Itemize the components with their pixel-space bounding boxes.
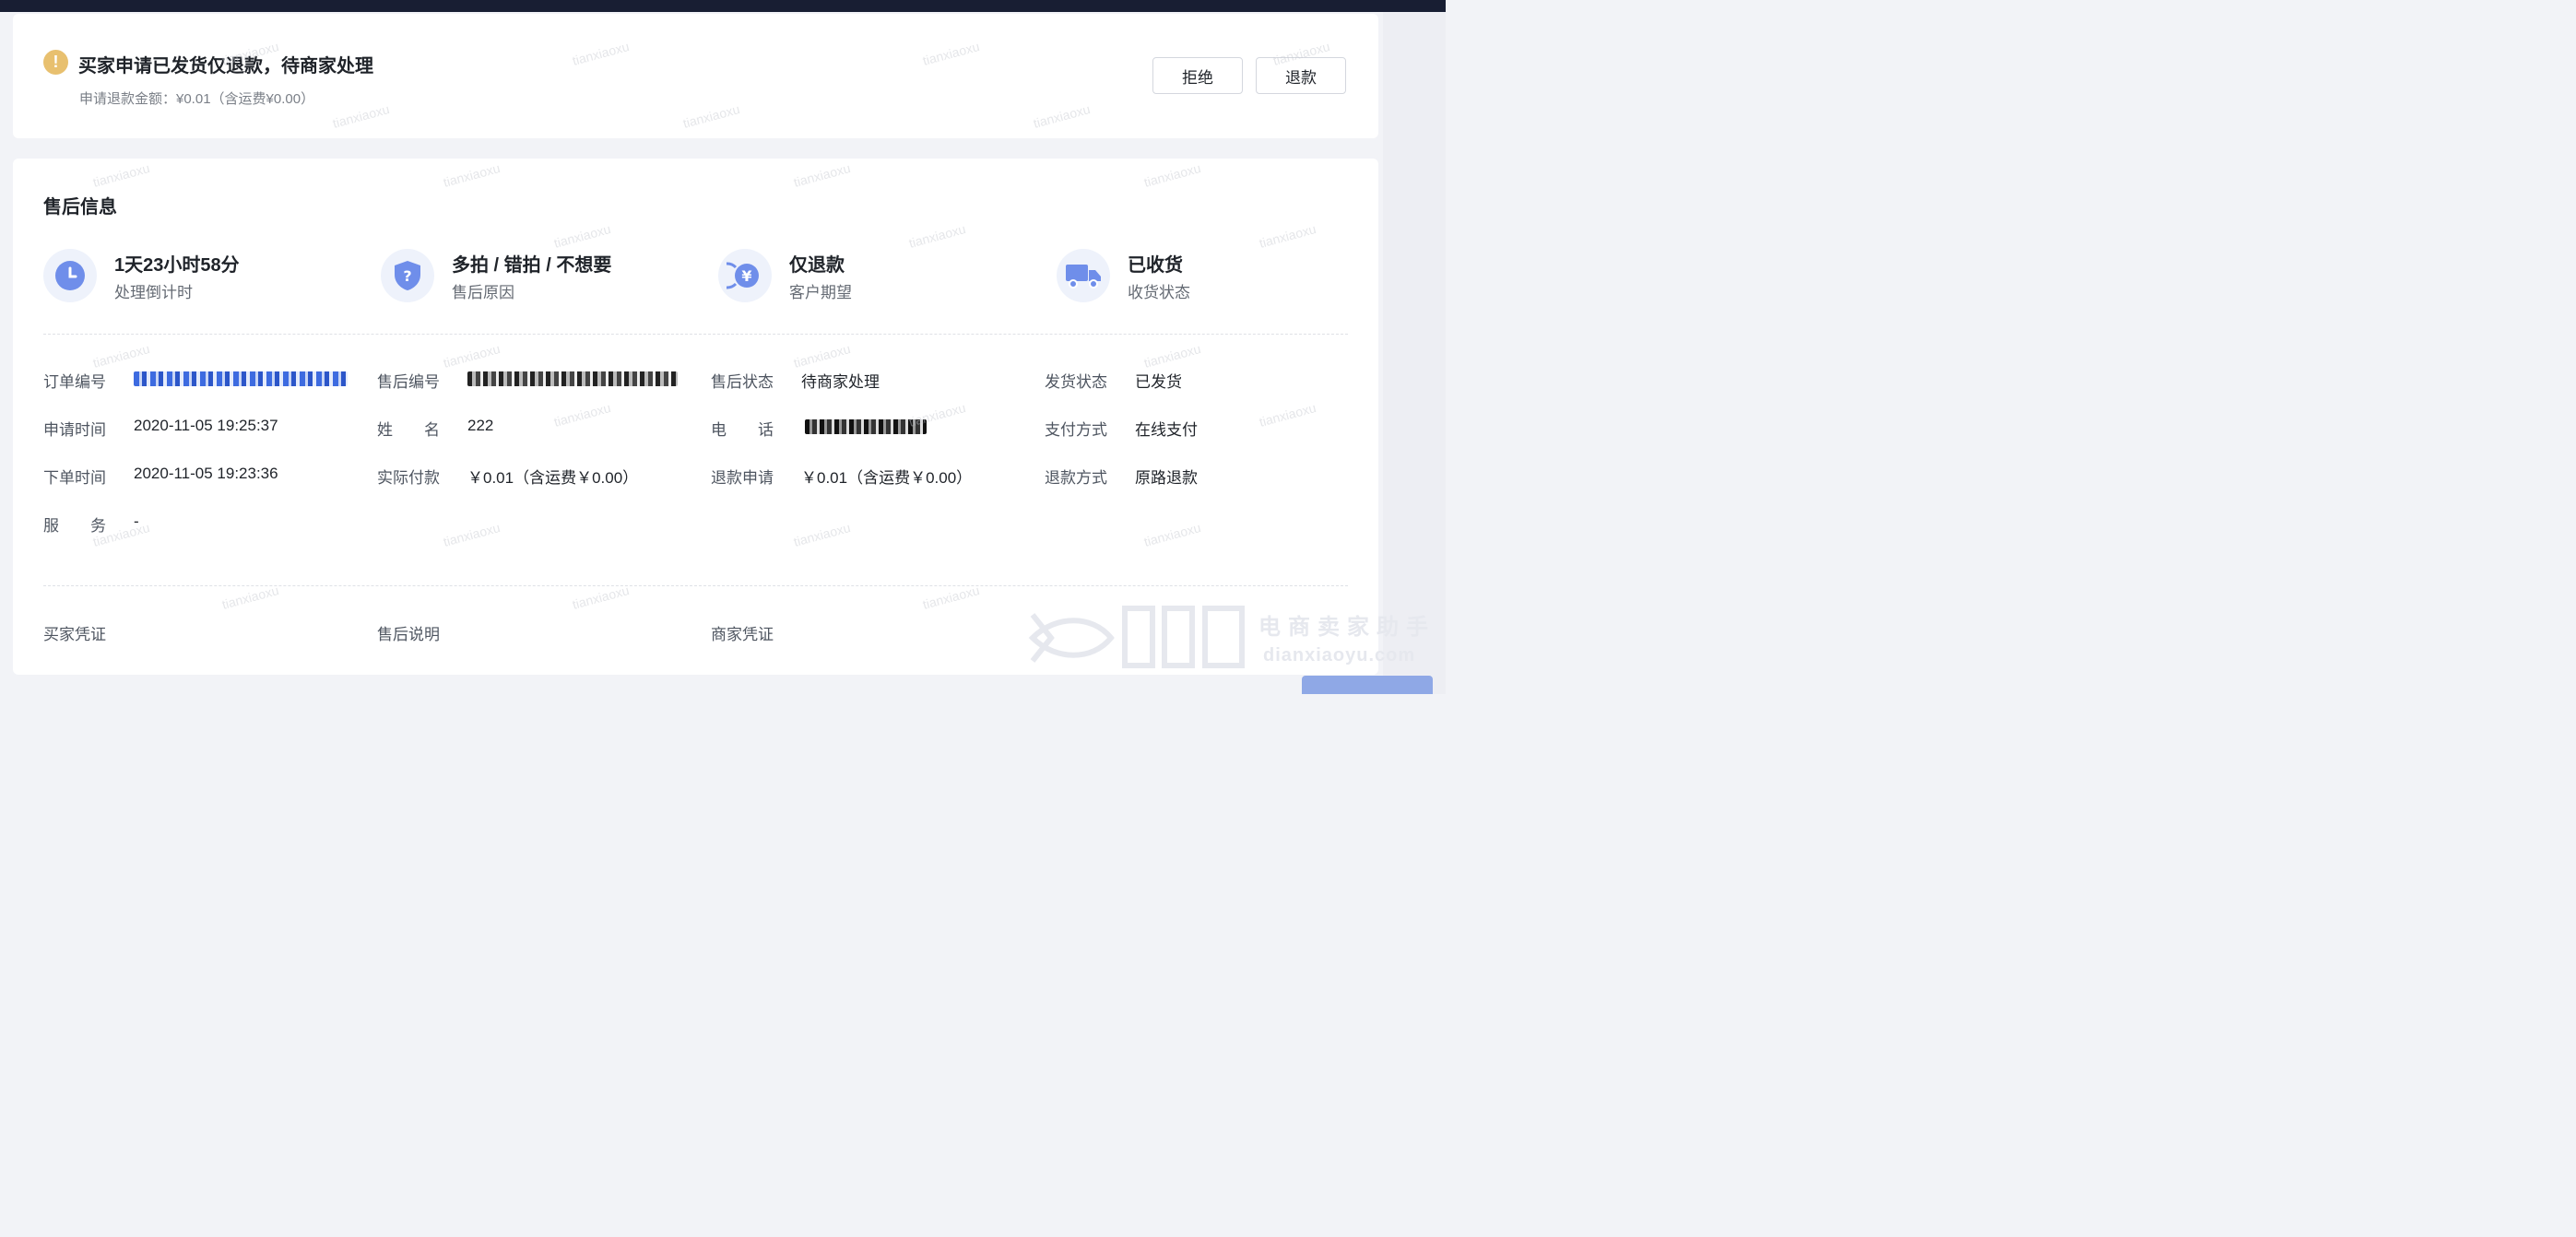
summary-expectation: ¥ 仅退款 客户期望 bbox=[718, 249, 1032, 304]
ship-status-label: 发货状态 bbox=[1045, 373, 1107, 391]
receipt-label: 收货状态 bbox=[1128, 284, 1190, 301]
brand-chinese-text: 电商卖家助手 bbox=[1258, 615, 1436, 640]
refund-button[interactable]: 退款 bbox=[1256, 57, 1346, 94]
divider bbox=[43, 334, 1348, 335]
reject-button[interactable]: 拒绝 bbox=[1152, 57, 1243, 94]
after-sale-no-redacted bbox=[467, 371, 678, 386]
summary-reason: ? 多拍 / 错拍 / 不想要 售后原因 bbox=[381, 249, 694, 304]
summary-receipt: 已收货 收货状态 bbox=[1057, 249, 1370, 304]
receipt-value: 已收货 bbox=[1128, 255, 1183, 276]
paid-label: 实际付款 bbox=[377, 469, 440, 487]
countdown-label: 处理倒计时 bbox=[114, 284, 193, 301]
after-sale-status-value: 待商家处理 bbox=[801, 373, 880, 391]
apply-time-label: 申请时间 bbox=[43, 421, 106, 439]
name-value: 222 bbox=[467, 417, 494, 434]
countdown-value: 1天23小时58分 bbox=[114, 255, 240, 276]
phone-label: 电 话 bbox=[711, 421, 774, 439]
refund-method-value: 原路退款 bbox=[1135, 469, 1198, 487]
reason-label: 售后原因 bbox=[452, 284, 514, 301]
expectation-value: 仅退款 bbox=[789, 255, 845, 276]
truck-icon bbox=[1057, 249, 1110, 302]
section-title: 售后信息 bbox=[43, 197, 117, 218]
svg-text:?: ? bbox=[403, 267, 411, 285]
yen-refund-icon: ¥ bbox=[718, 249, 772, 302]
after-sale-no-label: 售后编号 bbox=[377, 373, 440, 391]
status-title: 买家申请已发货仅退款，待商家处理 bbox=[78, 56, 373, 77]
refund-apply-value: ￥0.01（含运费￥0.00） bbox=[801, 469, 973, 487]
shield-question-icon: ? bbox=[381, 249, 434, 302]
svg-text:¥: ¥ bbox=[741, 267, 751, 285]
name-label: 姓 名 bbox=[377, 421, 440, 439]
after-sale-note-label: 售后说明 bbox=[377, 626, 440, 643]
service-value: - bbox=[134, 512, 139, 530]
order-no-redacted bbox=[134, 371, 348, 386]
order-no-label: 订单编号 bbox=[43, 373, 106, 391]
pay-method-label: 支付方式 bbox=[1045, 421, 1107, 439]
after-sale-info-card: 售后信息 1天23小时58分 处理倒计时 ? 多拍 / 错拍 / 不想要 售后原… bbox=[13, 159, 1378, 675]
ship-status-value: 已发货 bbox=[1135, 373, 1182, 391]
refund-amount-text: 申请退款金额：¥0.01（含运费¥0.00） bbox=[79, 91, 315, 107]
divider bbox=[43, 585, 1348, 586]
apply-time-value: 2020-11-05 19:25:37 bbox=[134, 417, 278, 434]
clock-icon bbox=[43, 249, 97, 302]
top-nav-bar bbox=[0, 0, 1446, 12]
brand-url-text: dianxiaoyu.com bbox=[1263, 645, 1416, 666]
order-time-value: 2020-11-05 19:23:36 bbox=[134, 465, 278, 482]
status-card: ! 买家申请已发货仅退款，待商家处理 申请退款金额：¥0.01（含运费¥0.00… bbox=[13, 14, 1378, 138]
right-rail bbox=[1383, 12, 1446, 694]
expectation-label: 客户期望 bbox=[789, 284, 852, 301]
summary-countdown: 1天23小时58分 处理倒计时 bbox=[43, 249, 357, 304]
refund-method-label: 退款方式 bbox=[1045, 469, 1107, 487]
buyer-proof-label: 买家凭证 bbox=[43, 626, 106, 643]
order-time-label: 下单时间 bbox=[43, 469, 106, 487]
merchant-proof-label: 商家凭证 bbox=[711, 626, 774, 643]
chat-float-button[interactable] bbox=[1302, 676, 1433, 694]
paid-value: ￥0.01（含运费￥0.00） bbox=[467, 469, 639, 487]
reason-value: 多拍 / 错拍 / 不想要 bbox=[452, 255, 612, 276]
pay-method-value: 在线支付 bbox=[1135, 421, 1198, 439]
after-sale-status-label: 售后状态 bbox=[711, 373, 774, 391]
refund-apply-label: 退款申请 bbox=[711, 469, 774, 487]
warning-icon: ! bbox=[43, 50, 68, 75]
phone-redacted bbox=[805, 419, 927, 434]
service-label: 服 务 bbox=[43, 517, 106, 535]
